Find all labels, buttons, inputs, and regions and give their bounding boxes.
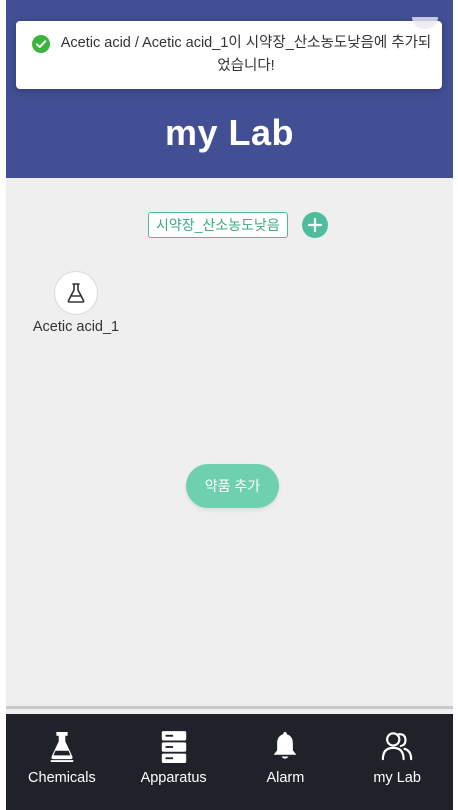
toast-notification[interactable]: Acetic acid / Acetic acid_1이 시약장_산소농도낮음에…	[16, 17, 442, 89]
item-label: Acetic acid_1	[32, 319, 120, 335]
tab-label: my Lab	[373, 770, 421, 786]
tab-my-lab[interactable]: my Lab	[341, 714, 453, 810]
add-group-button[interactable]	[302, 212, 328, 238]
phone-screen: my Lab Acetic acid / Acetic acid_1이 시약장_…	[6, 0, 453, 810]
toast-corner-decoration	[412, 17, 438, 29]
check-circle-icon	[32, 35, 50, 53]
tab-label: Alarm	[266, 770, 305, 786]
page-edge	[453, 0, 458, 810]
add-chemical-button[interactable]: 약품 추가	[186, 464, 279, 508]
tab-chemicals[interactable]: Chemicals	[6, 714, 118, 810]
group-tag[interactable]: 시약장_산소농도낮음	[148, 212, 288, 238]
bottom-tab-bar: Chemicals Apparatus Alarm my Lab	[6, 714, 453, 810]
toast-message: Acetic acid / Acetic acid_1이 시약장_산소농도낮음에…	[60, 35, 432, 74]
tabbar-divider	[6, 706, 453, 709]
group-row: 시약장_산소농도낮음	[6, 210, 453, 240]
users-icon	[381, 732, 413, 761]
server-icon	[161, 731, 186, 763]
page-title: my Lab	[164, 112, 295, 153]
flask-icon	[67, 283, 85, 303]
tab-label: Chemicals	[28, 770, 96, 786]
bell-icon	[274, 732, 297, 759]
tab-label: Apparatus	[140, 770, 207, 786]
item-icon-circle	[54, 271, 98, 315]
flask-icon	[50, 731, 74, 762]
tab-alarm[interactable]: Alarm	[230, 714, 342, 810]
plus-icon	[307, 217, 323, 233]
chemical-item[interactable]: Acetic acid_1	[26, 271, 126, 341]
tab-apparatus[interactable]: Apparatus	[118, 714, 230, 810]
